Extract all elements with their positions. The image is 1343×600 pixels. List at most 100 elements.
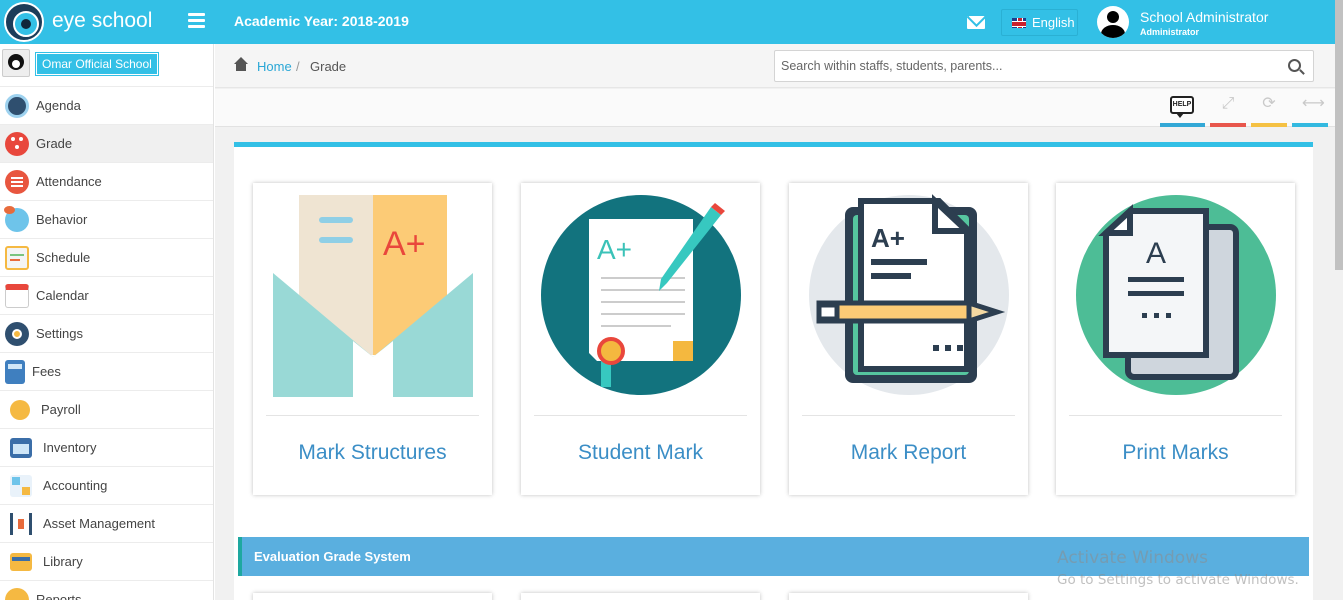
library-icon [10,552,32,571]
sidebar-item-label: Library [43,554,83,569]
grade-icon [5,131,29,156]
search-box [774,50,1314,82]
sidebar-item-label: Schedule [36,250,91,265]
reports-icon [5,587,29,600]
user-name[interactable]: School Administrator [1140,9,1268,25]
card-placeholder[interactable] [789,593,1028,600]
card-student-mark[interactable]: A+ Student Mark [521,183,760,495]
behavior-icon [4,205,29,232]
mail-icon[interactable] [967,16,985,29]
eye-school-logo[interactable] [4,2,44,42]
uk-flag-icon [1012,17,1026,28]
mark-structures-icon: A+ [273,195,473,397]
user-role: Administrator [1140,27,1200,37]
sidebar-item-behavior[interactable]: Behavior [0,201,213,239]
help-icon: HELP [1170,96,1194,118]
accounting-icon [10,474,32,497]
sidebar-item-calendar[interactable]: Calendar [0,277,213,315]
main-content: Home / Grade HELP ⤢ ⟳ ⟷ [215,44,1335,600]
sidebar-item-label: Agenda [36,98,81,113]
sidebar-item-agenda[interactable]: Agenda [0,87,213,125]
payroll-icon [10,399,30,420]
menu-toggle-icon[interactable] [188,13,205,28]
card-label: Mark Structures [298,441,447,464]
academic-year: Academic Year: 2018-2019 [234,13,409,29]
home-icon[interactable] [233,57,249,72]
sidebar: Omar Official School Agenda Grade Attend… [0,44,214,600]
breadcrumb: Home / Grade [215,44,1335,88]
school-name[interactable]: Omar Official School [35,52,159,76]
top-bar: eye school Academic Year: 2018-2019 Engl… [0,0,1335,44]
user-avatar-icon[interactable] [1097,6,1129,38]
expand-icon: ⤢ [1221,95,1235,112]
sidebar-item-library[interactable]: Library [0,543,213,581]
language-selector[interactable]: English [1001,9,1078,36]
search-icon[interactable] [1288,59,1301,72]
card-label: Student Mark [578,441,703,464]
fullscreen-button[interactable]: ⤢ [1210,93,1254,127]
windows-activation-hint: Go to Settings to activate Windows. [1057,572,1299,588]
sidebar-item-inventory[interactable]: Inventory [0,429,213,467]
sidebar-item-label: Behavior [36,212,88,227]
sidebar-item-fees[interactable]: Fees [0,353,213,391]
sidebar-item-asset-management[interactable]: Asset Management [0,505,213,543]
sidebar-item-label: Settings [36,326,83,341]
sidebar-item-grade[interactable]: Grade [0,125,213,163]
sidebar-item-label: Accounting [43,478,108,493]
svg-text:A+: A+ [597,234,632,265]
student-mark-icon: A+ [541,195,741,395]
print-marks-icon: A [1076,195,1276,395]
card-print-marks[interactable]: A Print Marks [1056,183,1295,495]
school-avatar [2,49,30,77]
svg-text:A+: A+ [383,225,426,263]
sidebar-item-label: Asset Management [43,516,156,531]
scrollbar-thumb[interactable] [1335,0,1343,270]
svg-text:A: A [1146,237,1166,270]
svg-text:A+: A+ [871,223,905,253]
breadcrumb-current: Grade [310,59,347,74]
breadcrumb-home-link[interactable]: Home [257,59,292,74]
card-label: Print Marks [1122,441,1229,464]
sidebar-item-label: Attendance [36,174,102,189]
horizontal-resize-icon: ⟷ [1302,95,1325,112]
sidebar-item-attendance[interactable]: Attendance [0,163,213,201]
search-input[interactable] [775,51,1265,81]
sidebar-item-label: Payroll [41,402,81,417]
sidebar-item-label: Inventory [43,440,97,455]
sidebar-item-schedule[interactable]: Schedule [0,239,213,277]
refresh-button[interactable]: ⟳ [1251,93,1295,127]
inventory-icon [10,437,32,458]
fees-icon [5,359,25,384]
grade-panel: A+ Mark Structures A+ Student Mark A+ Ma… [234,142,1313,600]
card-label: Mark Report [850,441,967,464]
sidebar-item-settings[interactable]: Settings [0,315,213,353]
asset-management-icon [10,512,32,535]
sidebar-item-label: Reports [36,592,82,600]
agenda-icon [5,93,29,118]
windows-activation-watermark: Activate Windows [1057,548,1208,568]
refresh-icon: ⟳ [1262,95,1276,112]
school-header: Omar Official School [0,44,213,87]
card-mark-report[interactable]: A+ Mark Report [789,183,1028,495]
schedule-icon [5,245,29,270]
resize-button[interactable]: ⟷ [1292,93,1336,127]
sidebar-item-label: Grade [36,136,73,151]
mark-report-icon: A+ [809,194,1009,395]
card-placeholder[interactable] [253,593,492,600]
card-mark-structures[interactable]: A+ Mark Structures [253,183,492,495]
sidebar-item-label: Fees [32,364,61,379]
page-scrollbar[interactable] [1335,0,1343,600]
breadcrumb-separator: / [296,59,300,74]
card-placeholder[interactable] [521,593,760,600]
sidebar-item-label: Calendar [36,288,89,303]
sidebar-item-payroll[interactable]: Payroll [0,391,213,429]
page-toolbar: HELP ⤢ ⟳ ⟷ [215,89,1335,127]
attendance-icon [5,169,29,194]
settings-icon [5,321,29,346]
help-button[interactable]: HELP [1160,93,1205,127]
sidebar-item-reports[interactable]: Reports [0,581,213,600]
calendar-icon [5,283,29,308]
brand-name[interactable]: eye school [52,9,152,33]
sidebar-item-accounting[interactable]: Accounting [0,467,213,505]
language-label: English [1032,15,1075,30]
